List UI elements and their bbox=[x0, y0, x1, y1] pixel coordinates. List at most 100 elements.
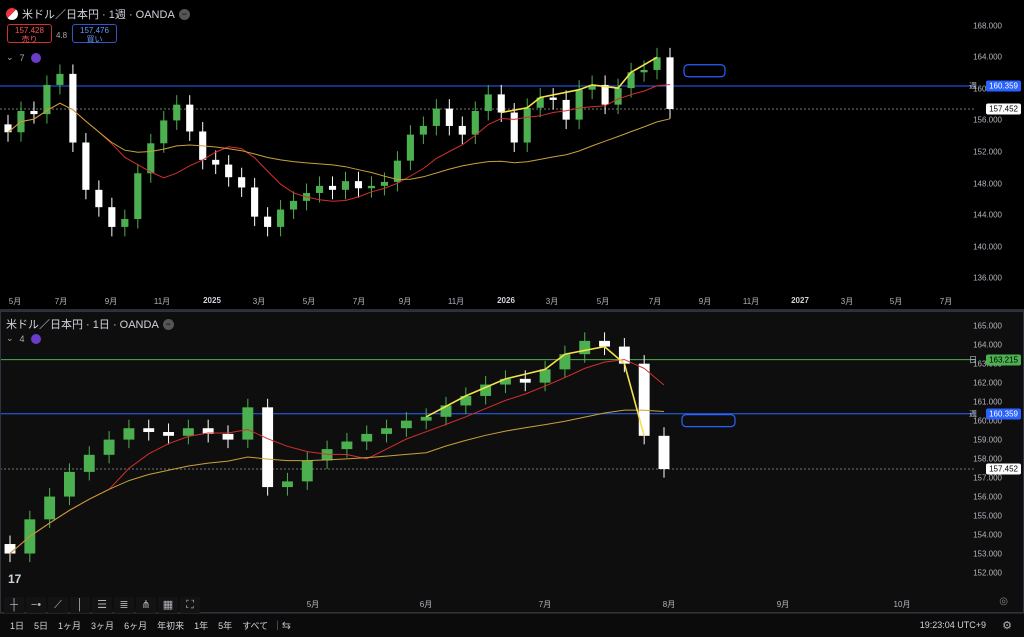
weekly-chart-pane[interactable]: 米ドル／日本円 · 1週 · OANDA − 157.428 売り 4.8 15… bbox=[0, 0, 1024, 310]
ma-long-line bbox=[9, 409, 665, 554]
spread-value: 4.8 bbox=[56, 31, 68, 40]
candle-6 bbox=[82, 142, 90, 190]
timeframe-button[interactable]: 6ヶ月 bbox=[119, 619, 152, 632]
ma-long-line bbox=[7, 102, 671, 181]
chevron-down-icon: ⌄ bbox=[6, 333, 14, 343]
price-tag-name: 週 bbox=[969, 409, 977, 419]
buy-label: 買い bbox=[86, 35, 103, 44]
timeframe-button[interactable]: 3ヶ月 bbox=[86, 619, 119, 632]
indicator-icon[interactable] bbox=[30, 333, 41, 344]
timeframe-button[interactable]: 5日 bbox=[29, 619, 53, 632]
candle-28 bbox=[367, 185, 376, 189]
cursor-icon[interactable]: ┼ bbox=[4, 596, 24, 613]
collapse-icon[interactable]: − bbox=[178, 8, 190, 20]
buy-button[interactable]: 157.476 買い bbox=[72, 24, 117, 44]
x-tick-label: 3月 bbox=[252, 297, 266, 306]
x-tick-label: 7月 bbox=[54, 297, 68, 306]
x-tick-label: 6月 bbox=[419, 600, 433, 609]
fib-icon[interactable]: ☰ bbox=[92, 596, 112, 613]
x-tick-label: 2026 bbox=[497, 296, 515, 305]
weekly-symbol-label: 米ドル／日本円 · 1週 · OANDA bbox=[22, 9, 175, 21]
daily-indicators-toggle[interactable]: ⌄ 4 bbox=[6, 333, 41, 344]
rectangle-icon[interactable]: ▦ bbox=[158, 596, 178, 613]
vertical-line-icon[interactable]: │ bbox=[70, 596, 90, 613]
x-tick-label: 9月 bbox=[398, 297, 412, 306]
x-tick-label: 11月 bbox=[742, 297, 760, 306]
candle-47 bbox=[614, 88, 622, 105]
channel-icon[interactable]: ≣ bbox=[114, 596, 134, 613]
price-tag: 160.359 bbox=[986, 80, 1021, 92]
candle-33 bbox=[432, 108, 440, 126]
candle-16 bbox=[212, 159, 220, 165]
candle-5 bbox=[103, 439, 115, 455]
candle-4 bbox=[83, 454, 95, 472]
sell-button[interactable]: 157.428 売り bbox=[7, 24, 52, 44]
candle-30 bbox=[599, 340, 610, 347]
weekly-chart-title: 米ドル／日本円 · 1週 · OANDA − bbox=[6, 6, 190, 22]
candle-7 bbox=[143, 428, 155, 433]
candle-21 bbox=[277, 209, 285, 227]
timeframe-button[interactable]: すべて bbox=[237, 619, 273, 632]
candle-0 bbox=[4, 544, 16, 554]
candle-7 bbox=[95, 189, 103, 208]
x-tick-label: 5月 bbox=[8, 297, 22, 306]
x-tick-label: 7月 bbox=[939, 297, 953, 306]
trend-line-icon[interactable]: ⟋ bbox=[48, 596, 68, 613]
price-tag-name: 日 bbox=[969, 355, 977, 365]
tradingview-logo: 17 bbox=[8, 572, 22, 586]
measure-icon[interactable]: ⛶ bbox=[180, 596, 200, 613]
candle-11 bbox=[147, 143, 155, 174]
candle-25 bbox=[328, 185, 337, 190]
settings-gear-icon[interactable]: ⚙ bbox=[1002, 619, 1012, 632]
candle-16 bbox=[321, 449, 333, 461]
drawing-toolbar: ┼ −• ⟋ │ ☰ ≣ ⋔ ▦ ⛶ bbox=[0, 596, 200, 613]
candle-18 bbox=[238, 177, 246, 188]
candle-21 bbox=[420, 416, 432, 421]
x-tick-label: 2027 bbox=[791, 296, 809, 305]
x-tick-label: 3月 bbox=[545, 297, 559, 306]
candle-10 bbox=[134, 173, 142, 220]
candle-39 bbox=[510, 112, 518, 143]
weekly-indicators-toggle[interactable]: ⌄ 7 bbox=[6, 52, 41, 63]
y-tick-label: 168.000 bbox=[973, 21, 1002, 31]
candle-0 bbox=[4, 124, 12, 133]
candle-46 bbox=[601, 84, 609, 105]
candle-26 bbox=[341, 181, 350, 190]
candle-15 bbox=[301, 460, 313, 482]
x-tick-label: 7月 bbox=[352, 297, 366, 306]
axis-settings-icon[interactable]: ◎ bbox=[999, 596, 1008, 607]
y-tick-label: 154.000 bbox=[973, 530, 1002, 540]
timeframe-button[interactable]: 年初来 bbox=[152, 619, 189, 632]
candle-4 bbox=[56, 73, 64, 85]
candle-6 bbox=[123, 428, 135, 440]
candle-17 bbox=[225, 164, 233, 178]
candle-8 bbox=[163, 432, 174, 436]
candle-8 bbox=[108, 207, 116, 227]
y-tick-label: 140.000 bbox=[973, 242, 1002, 252]
pitchfork-icon[interactable]: ⋔ bbox=[136, 596, 156, 613]
y-tick-label: 162.000 bbox=[973, 378, 1002, 388]
y-tick-label: 164.000 bbox=[973, 340, 1002, 350]
timeframe-button[interactable]: 1年 bbox=[189, 619, 213, 632]
collapse-icon[interactable]: − bbox=[162, 318, 174, 330]
daily-chart-canvas[interactable] bbox=[0, 312, 1024, 612]
timeframe-button[interactable]: 1日 bbox=[5, 619, 29, 632]
timeframe-button[interactable]: 5年 bbox=[213, 619, 237, 632]
x-tick-label: 5月 bbox=[302, 297, 316, 306]
y-tick-label: 136.000 bbox=[973, 273, 1002, 283]
candle-29 bbox=[579, 340, 591, 355]
timeframe-button[interactable]: 1ヶ月 bbox=[53, 619, 86, 632]
weekly-chart-canvas[interactable] bbox=[0, 0, 1024, 310]
daily-chart-pane[interactable]: 米ドル／日本円 · 1日 · OANDA − ⌄ 4 165.000 164.00… bbox=[0, 312, 1024, 612]
target-box bbox=[681, 414, 736, 428]
candle-42 bbox=[549, 97, 557, 100]
candle-18 bbox=[361, 433, 373, 442]
clock-display[interactable]: 19:23:04 UTC+9 bbox=[920, 620, 986, 630]
candle-44 bbox=[575, 89, 583, 120]
date-range-icon[interactable]: ⇆ bbox=[282, 619, 291, 632]
candle-14 bbox=[282, 481, 293, 488]
y-tick-label: 148.000 bbox=[973, 179, 1002, 189]
indicator-icon[interactable] bbox=[30, 52, 41, 63]
horizontal-ray-icon[interactable]: −• bbox=[26, 596, 46, 613]
candle-13 bbox=[262, 407, 274, 488]
